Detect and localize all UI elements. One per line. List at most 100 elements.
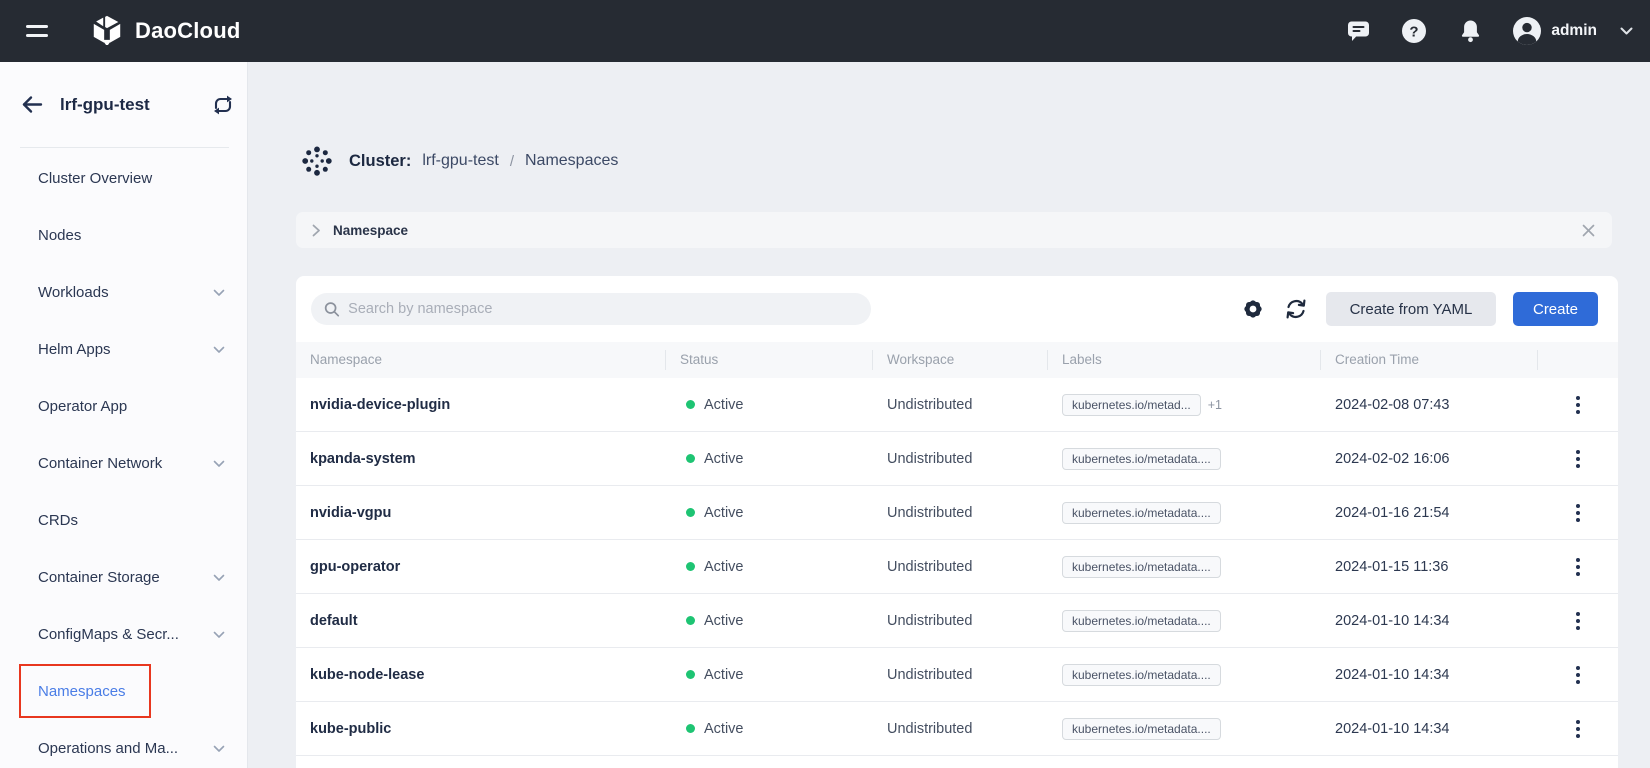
create-button[interactable]: Create: [1513, 292, 1598, 326]
table-row[interactable]: kube-node-lease Active Undistributed kub…: [296, 648, 1618, 702]
table-row[interactable]: nvidia-vgpu Active Undistributed kuberne…: [296, 486, 1618, 540]
creation-time-cell: 2024-01-10 14:34: [1321, 613, 1538, 629]
table-row[interactable]: kpanda-system Active Undistributed kuber…: [296, 432, 1618, 486]
namespaces-panel: Create from YAML Create NamespaceStatusW…: [296, 276, 1618, 768]
label-pill: kubernetes.io/metadata....: [1062, 718, 1221, 740]
actions-cell: [1538, 554, 1618, 580]
sidebar-item-operations-and-ma[interactable]: Operations and Ma...: [0, 720, 247, 768]
namespaces-table: nvidia-device-plugin Active Undistribute…: [296, 378, 1618, 768]
status-dot: [686, 616, 695, 625]
switch-cluster-icon[interactable]: [211, 93, 235, 117]
breadcrumb-cluster-name[interactable]: lrf-gpu-test: [422, 152, 498, 170]
status-cell: Active: [666, 721, 873, 737]
sidebar-item-cluster-overview[interactable]: Cluster Overview: [0, 150, 247, 207]
back-arrow-icon[interactable]: [20, 95, 43, 114]
status-cell: Active: [666, 559, 873, 575]
label-pill: kubernetes.io/metadata....: [1062, 502, 1221, 524]
column-header-workspace: Workspace: [873, 350, 1048, 370]
namespace-cell[interactable]: kube-node-lease: [296, 667, 666, 683]
help-icon[interactable]: ?: [1400, 17, 1428, 45]
status-dot: [686, 400, 695, 409]
label-pill: kubernetes.io/metadata....: [1062, 556, 1221, 578]
refresh-icon[interactable]: [1283, 296, 1309, 322]
kebab-menu-icon[interactable]: [1568, 446, 1588, 472]
workspace-cell: Undistributed: [873, 451, 1048, 467]
topbar-actions: ? admin: [1344, 16, 1650, 46]
namespace-bar-title: Namespace: [333, 223, 408, 238]
creation-time-cell: 2024-02-08 07:43: [1321, 397, 1538, 413]
column-header-labels: Labels: [1048, 350, 1321, 370]
settings-gear-icon[interactable]: [1240, 296, 1266, 322]
user-menu[interactable]: admin: [1512, 16, 1633, 46]
namespace-cell[interactable]: nvidia-device-plugin: [296, 397, 666, 413]
status-dot: [686, 724, 695, 733]
kebab-menu-icon[interactable]: [1568, 392, 1588, 418]
namespace-collapse-bar[interactable]: Namespace: [296, 212, 1612, 248]
messages-icon[interactable]: [1344, 17, 1372, 45]
table-row[interactable]: kube-system Active Undistributed kuberne…: [296, 756, 1618, 768]
sidebar-item-container-network[interactable]: Container Network: [0, 435, 247, 492]
column-header-actions: [1538, 350, 1618, 370]
sidebar-item-configmaps-secr[interactable]: ConfigMaps & Secr...: [0, 606, 247, 663]
kebab-menu-icon[interactable]: [1568, 662, 1588, 688]
chevron-down-icon: [213, 346, 225, 354]
sidebar-item-workloads[interactable]: Workloads: [0, 264, 247, 321]
search-box[interactable]: [311, 293, 871, 325]
actions-cell: [1538, 446, 1618, 472]
daocloud-logo[interactable]: DaoCloud: [90, 14, 240, 48]
sidebar-item-helm-apps[interactable]: Helm Apps: [0, 321, 247, 378]
breadcrumb-separator: /: [510, 153, 514, 170]
chevron-down-icon: [213, 460, 225, 468]
namespace-cell[interactable]: nvidia-vgpu: [296, 505, 666, 521]
chevron-down-icon: [213, 289, 225, 297]
create-from-yaml-button[interactable]: Create from YAML: [1326, 292, 1496, 326]
table-row[interactable]: kube-public Active Undistributed kuberne…: [296, 702, 1618, 756]
namespace-cell[interactable]: default: [296, 613, 666, 629]
table-toolbar: Create from YAML Create: [296, 276, 1618, 342]
namespace-cell[interactable]: gpu-operator: [296, 559, 666, 575]
status-text: Active: [704, 667, 744, 683]
actions-cell: [1538, 608, 1618, 634]
sidebar-item-namespaces[interactable]: Namespaces: [0, 663, 247, 720]
notifications-bell-icon[interactable]: [1456, 17, 1484, 45]
cluster-dots-icon: [300, 144, 334, 178]
sidebar: lrf-gpu-test Cluster Overview Nodes Work…: [0, 62, 248, 768]
namespace-cell[interactable]: kpanda-system: [296, 451, 666, 467]
label-pill: kubernetes.io/metadata....: [1062, 448, 1221, 470]
main-content: Cluster: lrf-gpu-test / Namespaces Names…: [248, 62, 1650, 768]
actions-cell: [1538, 500, 1618, 526]
status-text: Active: [704, 559, 744, 575]
table-row[interactable]: default Active Undistributed kubernetes.…: [296, 594, 1618, 648]
breadcrumb-cluster-label: Cluster:: [349, 152, 411, 171]
avatar-icon: [1512, 16, 1542, 46]
status-text: Active: [704, 721, 744, 737]
status-dot: [686, 670, 695, 679]
table-row[interactable]: gpu-operator Active Undistributed kubern…: [296, 540, 1618, 594]
sidebar-item-nodes[interactable]: Nodes: [0, 207, 247, 264]
creation-time-cell: 2024-01-16 21:54: [1321, 505, 1538, 521]
kebab-menu-icon[interactable]: [1568, 716, 1588, 742]
namespace-cell[interactable]: kube-public: [296, 721, 666, 737]
chevron-down-icon: [213, 631, 225, 639]
actions-cell: [1538, 392, 1618, 418]
close-icon[interactable]: [1581, 223, 1596, 238]
daocloud-logo-icon: [90, 14, 124, 48]
workspace-cell: Undistributed: [873, 505, 1048, 521]
toolbar-actions: Create from YAML Create: [1240, 292, 1598, 326]
labels-cell: kubernetes.io/metadata....: [1048, 610, 1321, 632]
kebab-menu-icon[interactable]: [1568, 500, 1588, 526]
table-row[interactable]: nvidia-device-plugin Active Undistribute…: [296, 378, 1618, 432]
workspace-cell: Undistributed: [873, 667, 1048, 683]
labels-cell: kubernetes.io/metad... +1: [1048, 394, 1321, 416]
sidebar-item-container-storage[interactable]: Container Storage: [0, 549, 247, 606]
sidebar-item-crds[interactable]: CRDs: [0, 492, 247, 549]
chevron-right-icon: [312, 224, 321, 237]
kebab-menu-icon[interactable]: [1568, 608, 1588, 634]
status-cell: Active: [666, 397, 873, 413]
search-input[interactable]: [348, 301, 859, 317]
hamburger-menu-icon[interactable]: [26, 23, 48, 39]
sidebar-item-operator-app[interactable]: Operator App: [0, 378, 247, 435]
kebab-menu-icon[interactable]: [1568, 554, 1588, 580]
labels-cell: kubernetes.io/metadata....: [1048, 718, 1321, 740]
status-cell: Active: [666, 613, 873, 629]
